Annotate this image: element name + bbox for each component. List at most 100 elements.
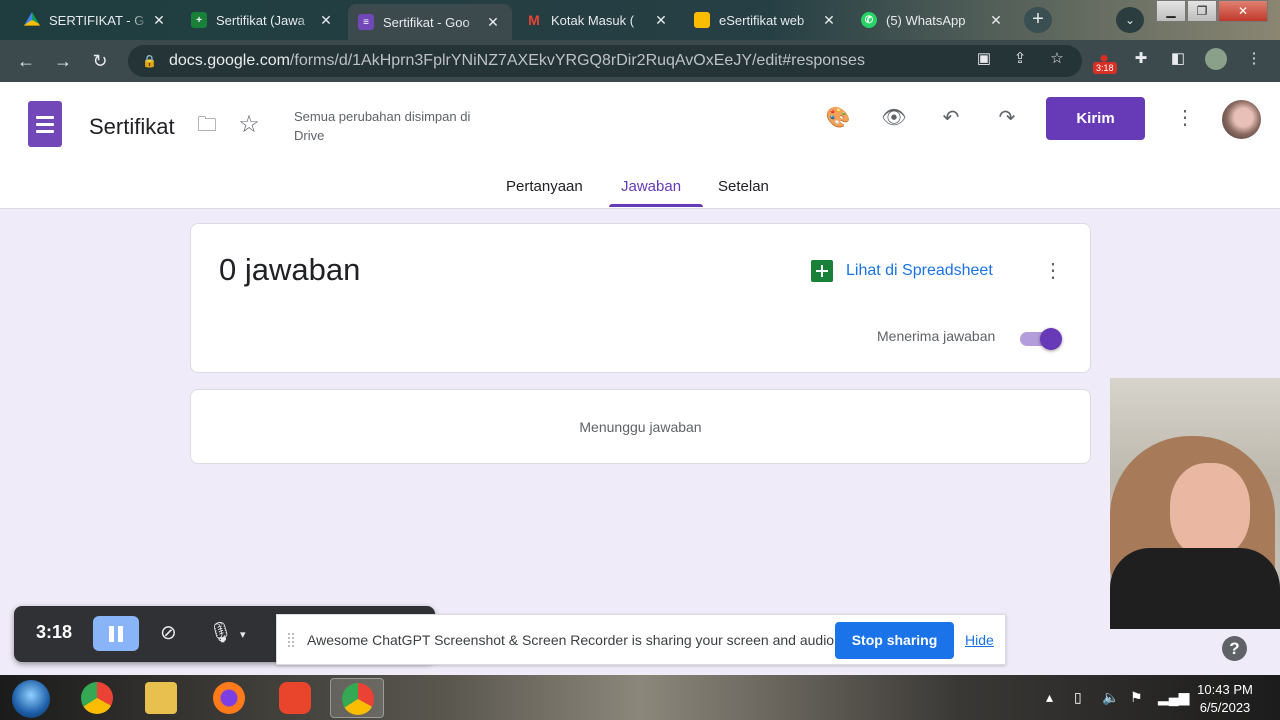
browser-tab-active[interactable]: ≡ Sertifikat - Goo ✕ (348, 4, 512, 40)
install-app-icon[interactable]: ▣ (973, 48, 995, 70)
clock-time: 10:43 PM (1197, 682, 1253, 697)
share-message: Awesome ChatGPT Screenshot & Screen Reco… (307, 632, 838, 648)
tab-title: Sertifikat (Jawa (216, 12, 305, 28)
help-button[interactable]: ? (1222, 636, 1247, 661)
active-tab-indicator (609, 204, 703, 207)
browser-tab[interactable]: + Sertifikat (Jawa ✕ (181, 4, 345, 36)
forms-logo-icon[interactable] (28, 101, 62, 147)
star-icon[interactable]: ☆ (236, 113, 262, 139)
send-button[interactable]: Kirim (1046, 97, 1145, 140)
browser-toolbar: ← → ↻ 🔒 docs.google.com/forms/d/1AkHprn3… (0, 40, 1280, 82)
forms-icon: ≡ (358, 14, 374, 30)
stop-sharing-button[interactable]: Stop sharing (835, 622, 954, 659)
taskbar-chrome[interactable] (70, 678, 124, 718)
close-icon[interactable]: ✕ (484, 14, 502, 31)
close-icon[interactable]: ✕ (820, 12, 838, 29)
share-icon[interactable]: ⇪ (1009, 48, 1031, 70)
redo-icon[interactable]: ↷ (994, 106, 1020, 132)
tab-title: eSertifikat web (719, 12, 805, 28)
maximize-button[interactable]: ❐ (1187, 0, 1217, 22)
url-path: /forms/d/1AkHprn3FplrYNiNZ7AXEkvYRGQ8rDi… (289, 52, 865, 69)
browser-tab-strip: SERTIFIKAT - G ✕ + Sertifikat (Jawa ✕ ≡ … (0, 0, 1280, 40)
tab-title: (5) WhatsApp (886, 12, 966, 28)
screen-share-bar: Awesome ChatGPT Screenshot & Screen Reco… (276, 614, 1006, 665)
start-button[interactable] (12, 680, 50, 718)
sheets-icon (811, 260, 833, 282)
tab-title: SERTIFIKAT - G (49, 12, 145, 28)
windows-taskbar: ▴ ▯ 🔈 ⚑ ▂▄▆ 10:43 PM 6/5/2023 (0, 675, 1280, 720)
taskbar-clock[interactable]: 10:43 PM 6/5/2023 (1190, 681, 1260, 717)
chrome-menu-icon[interactable]: ⋮ (1243, 48, 1265, 70)
side-panel-icon[interactable]: ◧ (1167, 48, 1189, 70)
browser-tab[interactable]: SERTIFIKAT - G ✕ (14, 4, 178, 36)
browser-tab[interactable]: ✆ (5) WhatsApp ✕ (851, 4, 1015, 36)
clock-date: 6/5/2023 (1199, 700, 1251, 715)
palette-icon[interactable]: 🎨 (825, 106, 851, 132)
minimize-button[interactable]: ▁ (1156, 0, 1186, 22)
tab-questions[interactable]: Pertanyaan (506, 178, 583, 195)
tab-search-button[interactable]: ⌄ (1116, 7, 1144, 33)
tab-title: Sertifikat - Goo (383, 14, 470, 30)
more-options-icon[interactable]: ⋮ (1043, 258, 1063, 283)
address-bar[interactable]: 🔒 docs.google.com/forms/d/1AkHprn3FplrYN… (128, 45, 1082, 77)
tab-settings[interactable]: Setelan (718, 178, 769, 195)
taskbar-chrome-active[interactable] (330, 678, 384, 718)
slides-icon (694, 12, 710, 28)
bookmark-star-icon[interactable]: ☆ (1046, 48, 1068, 70)
form-title[interactable]: Sertifikat (89, 114, 175, 140)
preview-eye-icon[interactable]: 👁 (881, 106, 907, 132)
close-icon[interactable]: ✕ (987, 12, 1005, 29)
close-icon[interactable]: ✕ (150, 12, 168, 29)
account-avatar[interactable] (1222, 100, 1261, 139)
reload-button[interactable]: ↻ (88, 49, 112, 73)
more-options-icon[interactable]: ⋮ (1172, 106, 1198, 132)
battery-icon[interactable]: ▯ (1074, 689, 1082, 706)
accepting-responses-toggle[interactable] (1020, 328, 1063, 350)
drag-handle-icon[interactable] (288, 633, 294, 647)
taskbar-explorer[interactable] (134, 678, 188, 718)
profile-avatar[interactable] (1205, 48, 1227, 70)
browser-tab[interactable]: eSertifikat web ✕ (684, 4, 848, 36)
waiting-message: Menunggu jawaban (579, 419, 702, 435)
action-center-flag-icon[interactable]: ⚑ (1130, 689, 1143, 706)
network-signal-icon[interactable]: ▂▄▆ (1158, 689, 1189, 706)
tab-title: Kotak Masuk ( (551, 12, 635, 28)
hide-link[interactable]: Hide (965, 632, 994, 648)
tray-overflow-icon[interactable]: ▴ (1046, 689, 1053, 706)
folder-icon[interactable]: 🗀 (194, 113, 220, 139)
sheets-icon: + (191, 12, 207, 28)
accepting-responses-label: Menerima jawaban (877, 328, 996, 344)
extension-badge: 3:18 (1093, 62, 1117, 74)
taskbar-firefox[interactable] (202, 678, 256, 718)
back-button[interactable]: ← (14, 49, 38, 73)
lock-icon: 🔒 (142, 54, 157, 68)
recording-timer: 3:18 (36, 622, 73, 642)
gmail-icon: M (528, 12, 540, 28)
forward-button[interactable]: → (51, 49, 75, 73)
browser-tab[interactable]: M Kotak Masuk ( ✕ (516, 4, 680, 36)
webcam-overlay (1110, 378, 1280, 629)
close-icon[interactable]: ✕ (317, 12, 335, 29)
waiting-card: Menunggu jawaban (190, 389, 1091, 464)
whatsapp-icon: ✆ (861, 12, 877, 28)
close-icon[interactable]: ✕ (652, 12, 670, 29)
window-close-button[interactable]: ✕ (1218, 0, 1268, 22)
save-status: Semua perubahan disimpan di Drive (294, 109, 471, 143)
tab-responses[interactable]: Jawaban (621, 178, 681, 195)
extensions-icon[interactable]: ✚ (1130, 48, 1152, 70)
microphone-icon[interactable]: 🎙 (208, 620, 233, 645)
undo-icon[interactable]: ↶ (938, 106, 964, 132)
drive-icon (24, 12, 40, 26)
camera-off-icon[interactable]: ⊘ (160, 620, 177, 645)
taskbar-recorder[interactable] (268, 678, 322, 718)
url-host: docs.google.com (168, 52, 290, 69)
pause-button[interactable] (93, 616, 139, 651)
forms-header: Sertifikat 🗀 ☆ Semua perubahan disimpan … (0, 82, 1280, 209)
response-count: 0 jawaban (219, 252, 361, 287)
view-in-sheets-label: Lihat di Spreadsheet (846, 262, 993, 279)
new-tab-button[interactable]: + (1024, 7, 1052, 33)
chevron-down-icon[interactable]: ▾ (240, 628, 246, 641)
volume-icon[interactable]: 🔈 (1102, 689, 1119, 706)
view-in-sheets-link[interactable]: Lihat di Spreadsheet (811, 260, 993, 282)
responses-summary-card: 0 jawaban Lihat di Spreadsheet ⋮ Menerim… (190, 223, 1091, 373)
